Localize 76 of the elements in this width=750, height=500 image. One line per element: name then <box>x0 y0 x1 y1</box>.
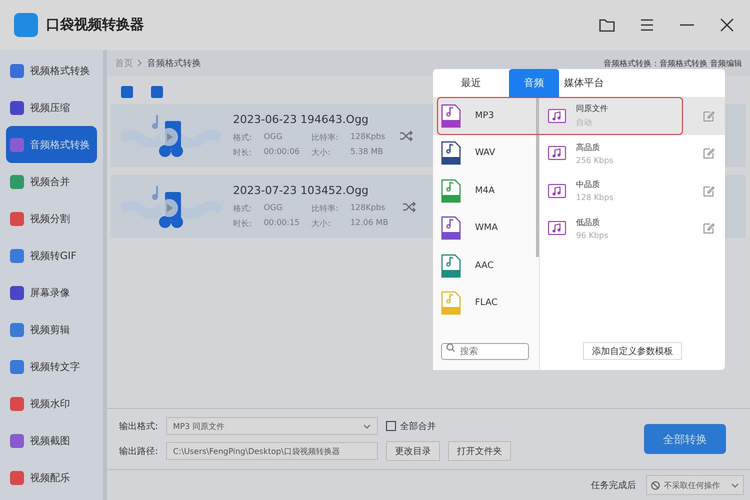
shuffle-icon[interactable] <box>402 200 416 214</box>
music-note-icon <box>548 221 566 236</box>
sidebar-item[interactable]: 视频合并 <box>6 163 97 200</box>
app-logo-icon <box>14 13 38 37</box>
edit-icon[interactable] <box>703 184 715 197</box>
sidebar-item[interactable]: 视频压缩 <box>6 89 97 126</box>
change-directory-button[interactable]: 更改目录 <box>386 441 440 461</box>
audio-file-icon <box>441 216 461 240</box>
field-label: 比特率: <box>312 203 338 214</box>
file-name: 2023-07-23 103452.Ogg <box>233 184 370 197</box>
field-label: 比特率: <box>312 132 338 143</box>
edit-icon[interactable] <box>703 222 715 234</box>
sidebar-item[interactable]: 视频分割 <box>6 200 97 237</box>
quality-preset[interactable]: 同原文件 自动 <box>540 97 725 134</box>
field-value: 00:00:15 <box>264 218 300 229</box>
merge-all-checkbox[interactable]: 全部合并 <box>386 420 436 432</box>
format-item[interactable]: AAC <box>433 247 539 284</box>
field-label: 大小: <box>312 147 332 158</box>
caret-icon <box>731 482 739 488</box>
header-links[interactable]: 音频格式转换：音频格式转换 音频编辑 <box>603 58 742 68</box>
format-tab[interactable]: 媒体平台 <box>559 69 609 97</box>
sidebar-item[interactable]: 视频转文字 <box>6 348 97 385</box>
field-label: 时长: <box>233 147 252 158</box>
edit-icon[interactable] <box>703 110 715 122</box>
output-path-label: 输出路径: <box>119 446 158 458</box>
file-name: 2023-06-23 194643.Ogg <box>233 113 370 126</box>
quality-preset[interactable]: 低品质 96 Kbps <box>540 210 725 247</box>
output-format-dropdown[interactable]: MP3 同原文件 <box>166 417 378 435</box>
sidebar-item[interactable]: 屏幕录像 <box>6 274 97 311</box>
after-task-dropdown[interactable]: 不采取任何操作 <box>646 475 744 495</box>
field-value: 5.38 MB <box>350 147 384 158</box>
breadcrumb-current: 音频格式转换 <box>147 58 201 70</box>
field-value: 00:00:06 <box>264 147 300 158</box>
audio-file-icon <box>441 104 461 128</box>
search-field[interactable]: 搜索 <box>441 343 529 360</box>
close-icon[interactable] <box>718 16 736 34</box>
shuffle-icon[interactable] <box>399 128 414 142</box>
sidebar-item[interactable]: 视频截图 <box>6 422 97 459</box>
after-task-label: 任务完成后 <box>591 480 636 492</box>
quality-preset[interactable]: 中品质 128 Kbps <box>540 172 725 210</box>
field-value: OGG <box>264 132 284 143</box>
sidebar-item[interactable]: 音频格式转换 <box>6 126 97 163</box>
output-format-label: 输出格式: <box>119 420 158 432</box>
music-note-icon <box>548 146 566 160</box>
field-label: 大小: <box>312 218 332 229</box>
sidebar-item[interactable]: 视频转GIF <box>6 237 97 274</box>
audio-file-icon <box>441 254 461 278</box>
sidebar-item[interactable]: 视频格式转换 <box>6 52 97 89</box>
format-tab[interactable]: 最近 <box>433 69 509 97</box>
field-label: 时长: <box>233 218 252 229</box>
format-item[interactable]: MP3 <box>433 97 539 134</box>
prohibited-icon <box>651 480 660 490</box>
field-value: 12.06 MB <box>350 218 388 229</box>
field-value: 128Kpbs <box>350 132 386 143</box>
quality-preset[interactable]: 高品质 256 Kbps <box>540 134 725 172</box>
music-note-icon <box>548 184 566 198</box>
field-label: 格式: <box>233 132 252 143</box>
chevron-icon <box>137 59 143 67</box>
format-item[interactable]: FLAC <box>433 284 539 322</box>
edit-icon[interactable] <box>703 147 715 160</box>
caret-icon <box>363 424 372 428</box>
music-note-icon <box>548 108 566 123</box>
sidebar-item[interactable]: 视频剪辑 <box>6 311 97 348</box>
output-path-field[interactable]: C:\Users\FengPing\Desktop\口袋视频转换器 <box>166 442 378 460</box>
field-value: 128Kpbs <box>350 203 386 214</box>
field-label: 格式: <box>233 203 252 214</box>
sidebar-item[interactable]: 视频水印 <box>6 385 97 422</box>
add-template-button[interactable]: 添加自定义参数模板 <box>583 342 682 360</box>
audio-file-icon <box>441 141 461 166</box>
sidebar-item[interactable]: 视频配乐 <box>6 459 97 496</box>
open-folder-button[interactable]: 打开文件夹 <box>448 441 512 461</box>
audio-file-icon <box>441 178 461 203</box>
audio-file-icon <box>441 291 461 316</box>
format-tab[interactable]: 音频 <box>509 69 559 97</box>
field-value: OGG <box>264 203 284 214</box>
window-title: 口袋视频转换器 <box>46 16 145 34</box>
